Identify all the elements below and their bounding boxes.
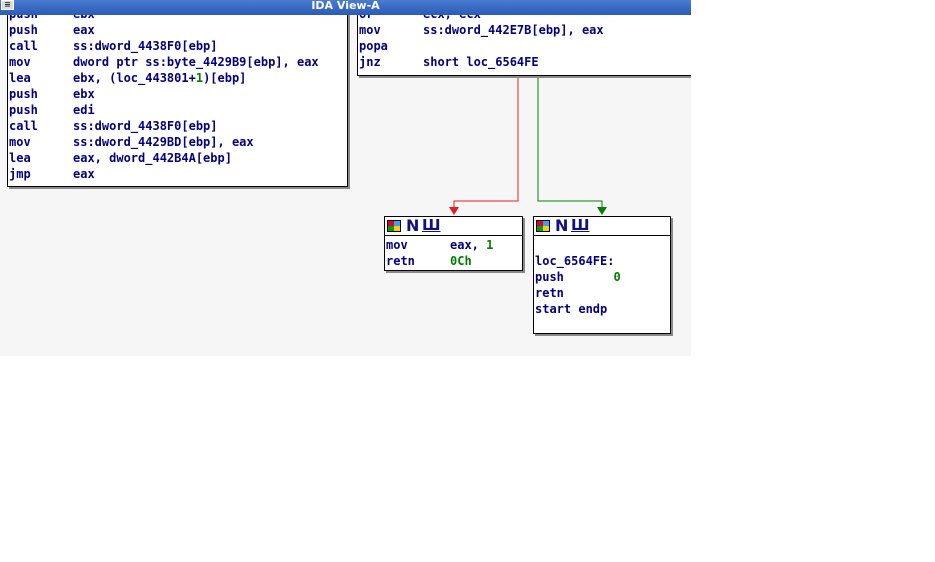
immediate-value: 0Ch xyxy=(450,254,472,268)
edge-false-branch xyxy=(453,70,519,210)
code-line[interactable]: mov eax, 1 xyxy=(385,237,522,253)
n-node-icon[interactable]: N xyxy=(406,217,419,235)
empty-background xyxy=(0,356,691,562)
code-block-false-branch[interactable]: N Ш mov eax, 1 retn 0Ch xyxy=(384,216,523,271)
immediate-value: 0 xyxy=(613,270,621,284)
operand: )[ebp] xyxy=(203,71,247,85)
operand: eax, xyxy=(450,238,487,252)
code-line[interactable]: popa xyxy=(358,38,691,54)
mnemonic: popa xyxy=(359,39,388,53)
immediate-value: 1 xyxy=(486,238,494,252)
edge-true-arrow-icon xyxy=(597,207,607,215)
edge-true-branch xyxy=(537,70,603,210)
code-line[interactable]: lea ebx, (loc_443801+1)[ebp] xyxy=(8,70,347,86)
mnemonic: lea xyxy=(9,151,31,165)
window-titlebar[interactable]: ≡ IDA View-A xyxy=(0,0,691,15)
code-block-true-branch[interactable]: N Ш loc_6564FE: push 0 retn start endp xyxy=(533,216,671,334)
color-grid-icon[interactable] xyxy=(387,220,401,232)
code-line[interactable]: push eax xyxy=(8,22,347,38)
mnemonic: push xyxy=(535,270,564,284)
color-grid-icon[interactable] xyxy=(536,220,550,232)
code-line[interactable]: jmp eax xyxy=(8,166,347,182)
mnemonic: jmp xyxy=(9,167,31,181)
mnemonic: mov xyxy=(9,55,31,69)
code-line[interactable]: start endp xyxy=(534,301,670,317)
code-line[interactable]: retn xyxy=(534,285,670,301)
node-header: N Ш xyxy=(385,217,522,236)
window-menu-icon[interactable]: ≡ xyxy=(1,0,14,10)
operand: ss:dword_4429BD[ebp], eax xyxy=(73,135,254,149)
w-node-icon[interactable]: Ш xyxy=(422,217,441,233)
mnemonic: mov xyxy=(386,238,408,252)
n-node-icon[interactable]: N xyxy=(555,217,568,235)
operand: eax xyxy=(73,167,95,181)
code-block-left[interactable]: pushebxpusheaxcallss:dword_4438F0[ebp]mo… xyxy=(7,5,348,187)
code-label: loc_6564FE: xyxy=(535,254,615,268)
operand-pad xyxy=(599,270,613,284)
code-line[interactable]: mov ss:dword_442E7B[ebp], eax xyxy=(358,22,691,38)
operand: ss:dword_4438F0[ebp] xyxy=(73,119,218,133)
code-line[interactable]: push ebx xyxy=(8,86,347,102)
mnemonic: mov xyxy=(359,23,381,37)
code-label: start endp xyxy=(535,302,608,316)
code-block-right[interactable]: orecx, ecxmovss:dword_442E7B[ebp], eaxpo… xyxy=(357,5,691,76)
code-line[interactable]: loc_6564FE: xyxy=(534,253,670,269)
mnemonic: lea xyxy=(9,71,31,85)
code-line[interactable]: call ss:dword_4438F0[ebp] xyxy=(8,118,347,134)
mnemonic: call xyxy=(9,119,38,133)
code-line[interactable] xyxy=(534,237,670,253)
code-line[interactable]: call ss:dword_4438F0[ebp] xyxy=(8,38,347,54)
window-title: IDA View-A xyxy=(311,0,380,12)
code-line[interactable]: push 0 xyxy=(534,269,670,285)
mnemonic: retn xyxy=(535,286,564,300)
code-line[interactable]: retn 0Ch xyxy=(385,253,522,269)
code-line[interactable]: jnz short loc_6564FE xyxy=(358,54,691,70)
operand: ebx, (loc_443801+ xyxy=(73,71,196,85)
mnemonic: jnz xyxy=(359,55,381,69)
mnemonic: push xyxy=(9,23,38,37)
operand: ss:dword_4438F0[ebp] xyxy=(73,39,218,53)
mnemonic: push xyxy=(9,103,38,117)
operand: dword ptr ss:byte_4429B9[ebp], eax xyxy=(73,55,319,69)
code-line[interactable]: lea eax, dword_442B4A[ebp] xyxy=(8,150,347,166)
immediate-value: 1 xyxy=(195,71,204,85)
code-line[interactable]: mov ss:dword_4429BD[ebp], eax xyxy=(8,134,347,150)
operand: edi xyxy=(73,103,95,117)
operand: short loc_6564FE xyxy=(423,55,539,69)
operand: ss:dword_442E7B[ebp], eax xyxy=(423,23,604,37)
operand: eax xyxy=(73,23,95,37)
mnemonic: push xyxy=(9,87,38,101)
operand: ebx xyxy=(73,87,95,101)
code-line[interactable]: push edi xyxy=(8,102,347,118)
graph-view[interactable]: pushebxpusheaxcallss:dword_4438F0[ebp]mo… xyxy=(0,5,691,356)
w-node-icon[interactable]: Ш xyxy=(571,217,590,233)
ida-view-window: ≡ IDA View-A push ebx push eax call ss:dword_… xyxy=(0,0,691,356)
operand: eax, dword_442B4A[ebp] xyxy=(73,151,232,165)
node-header: N Ш xyxy=(534,217,670,236)
mnemonic: mov xyxy=(9,135,31,149)
edge-false-arrow-icon xyxy=(449,207,459,215)
mnemonic: call xyxy=(9,39,38,53)
mnemonic: retn xyxy=(386,254,415,268)
code-line[interactable]: mov dword ptr ss:byte_4429B9[ebp], eax xyxy=(8,54,347,70)
